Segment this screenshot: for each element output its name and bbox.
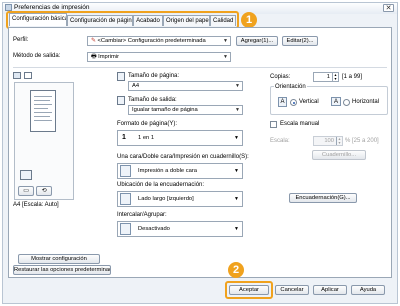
spin-arrows-icon[interactable]: ▲ ▼ xyxy=(332,73,338,81)
output-size-select[interactable]: Igualar tamaño de página ▼ xyxy=(128,105,243,115)
profile-value: <Cambiar> Configuración predeterminada xyxy=(97,38,206,44)
text-line xyxy=(34,104,52,105)
booklet-button[interactable]: Cuadernillo... xyxy=(312,150,366,160)
output-size-icon xyxy=(117,96,125,105)
text-line xyxy=(34,96,52,97)
binding-value: Lado largo [izquierdo] xyxy=(138,196,194,202)
preview-printer-icon[interactable] xyxy=(24,72,32,79)
collate-icon xyxy=(120,223,131,235)
chevron-down-icon: ▼ xyxy=(235,107,240,113)
output-size-label: Tamaño de salida: xyxy=(128,97,177,103)
preview-caption: A4 [Escala: Auto] xyxy=(13,202,59,208)
page-size-icon xyxy=(117,72,125,81)
cancel-button[interactable]: Cancelar xyxy=(275,285,309,295)
printer-icon: 🖶 xyxy=(91,54,97,60)
tab-configuracion-pagina[interactable]: Configuración de página xyxy=(67,15,133,26)
preview-view-button[interactable]: ▭ xyxy=(18,186,34,196)
page-format-label: Formato de página(Y): xyxy=(117,121,178,127)
copies-spinner[interactable]: 1 ▲ ▼ xyxy=(313,72,339,82)
copies-label: Copias: xyxy=(270,74,291,80)
text-line xyxy=(34,108,48,109)
tab-configuracion-basica[interactable]: Configuración básica xyxy=(9,13,67,26)
duplex-select[interactable]: Impresión a doble cara ▼ xyxy=(117,163,243,179)
chevron-down-icon: ▼ xyxy=(234,135,239,141)
landscape-icon: A xyxy=(331,97,341,106)
scale-range: % [25 a 200] xyxy=(345,138,379,144)
page-format-number: 1 xyxy=(122,134,126,141)
portrait-icon: A xyxy=(278,97,287,107)
text-line xyxy=(34,116,50,117)
page-size-value: A4 xyxy=(132,83,140,89)
output-method-value: Imprimir xyxy=(98,54,120,60)
page-size-select[interactable]: A4 ▼ xyxy=(128,81,243,91)
binding-label: Ubicación de la encuadernación: xyxy=(117,182,205,188)
printer-app-icon xyxy=(5,4,12,11)
chevron-down-icon: ▼ xyxy=(223,38,228,44)
spin-arrows-icon[interactable]: ▲ ▼ xyxy=(336,137,342,145)
divider xyxy=(13,67,387,68)
binding-select[interactable]: Lado largo [izquierdo] ▼ xyxy=(117,191,243,207)
pencil-icon: ✎ xyxy=(91,38,96,44)
output-size-value: Igualar tamaño de página xyxy=(132,107,198,113)
manual-scale-label: Escala manual xyxy=(280,121,320,127)
callout-badge-2: 2 xyxy=(228,262,244,278)
profile-label: Perfil: xyxy=(13,37,29,43)
preview-page xyxy=(30,90,56,132)
binding-icon xyxy=(120,193,131,205)
preview-mode-icon[interactable] xyxy=(13,72,21,79)
horizontal-radio[interactable] xyxy=(343,99,350,106)
text-line xyxy=(34,120,52,121)
text-line xyxy=(34,112,52,113)
restore-defaults-button[interactable]: Restaurar las opciones predeterminadas xyxy=(13,265,111,275)
chevron-down-icon: ▼ xyxy=(234,168,239,174)
close-button[interactable]: ✕ xyxy=(383,4,394,12)
tab-calidad[interactable]: Calidad xyxy=(210,15,236,26)
callout-badge-1: 1 xyxy=(241,12,257,28)
vertical-radio[interactable] xyxy=(290,99,297,106)
window-title: Preferencias de impresión xyxy=(14,4,90,11)
collate-label: Intercalar/Agrupar: xyxy=(117,212,167,218)
page-format-value: 1 en 1 xyxy=(138,135,155,141)
chevron-down-icon: ▼ xyxy=(234,226,239,232)
tab-origen-papel[interactable]: Origen del papel xyxy=(163,15,210,26)
duplex-label: Una cara/Doble cara/Impresión en cuadern… xyxy=(117,154,249,160)
orientation-label: Orientación xyxy=(274,84,307,90)
add-profile-button[interactable]: Agregar(1)... xyxy=(236,36,278,46)
copies-value: 1 xyxy=(326,74,330,80)
printer-small-icon xyxy=(20,170,32,180)
output-method-select[interactable]: 🖶 Imprimir ▼ xyxy=(87,52,231,62)
show-settings-button[interactable]: Mostrar configuración xyxy=(18,254,100,264)
collate-value: Desactivado xyxy=(138,226,170,232)
copies-range: [1 a 99] xyxy=(342,74,363,80)
profile-select[interactable]: ✎ <Cambiar> Configuración predeterminada… xyxy=(87,36,231,46)
apply-button[interactable]: Aplicar xyxy=(313,285,347,295)
preview-rotate-button[interactable]: ⟲ xyxy=(36,186,52,196)
edit-profile-button[interactable]: Editar(2)... xyxy=(282,36,318,46)
ok-button[interactable]: Aceptar xyxy=(229,285,269,295)
horizontal-label: Horizontal xyxy=(352,99,380,105)
vertical-label: Vertical xyxy=(299,99,319,105)
page-size-label: Tamaño de página: xyxy=(128,73,180,79)
scale-spinner[interactable]: 100 ▲ ▼ xyxy=(313,136,343,146)
chevron-down-icon: ▼ xyxy=(223,54,228,60)
text-line xyxy=(34,100,50,101)
output-method-label: Método de salida: xyxy=(13,53,61,59)
chevron-down-icon: ▼ xyxy=(235,83,240,89)
manual-scale-checkbox[interactable] xyxy=(270,121,277,128)
help-button[interactable]: Ayuda xyxy=(351,285,385,295)
tab-acabado[interactable]: Acabado xyxy=(133,15,163,26)
collate-select[interactable]: Desactivado ▼ xyxy=(117,221,243,237)
duplex-icon xyxy=(120,165,131,177)
chevron-down-icon: ▼ xyxy=(234,196,239,202)
duplex-value: Impresión a doble cara xyxy=(138,168,197,174)
binding-margin-button[interactable]: Encuadernación(G)... xyxy=(289,193,357,203)
page-format-select[interactable]: 1 1 en 1 ▼ xyxy=(117,130,243,146)
scale-value: 100 xyxy=(324,138,334,144)
scale-label: Escala: xyxy=(270,138,290,144)
